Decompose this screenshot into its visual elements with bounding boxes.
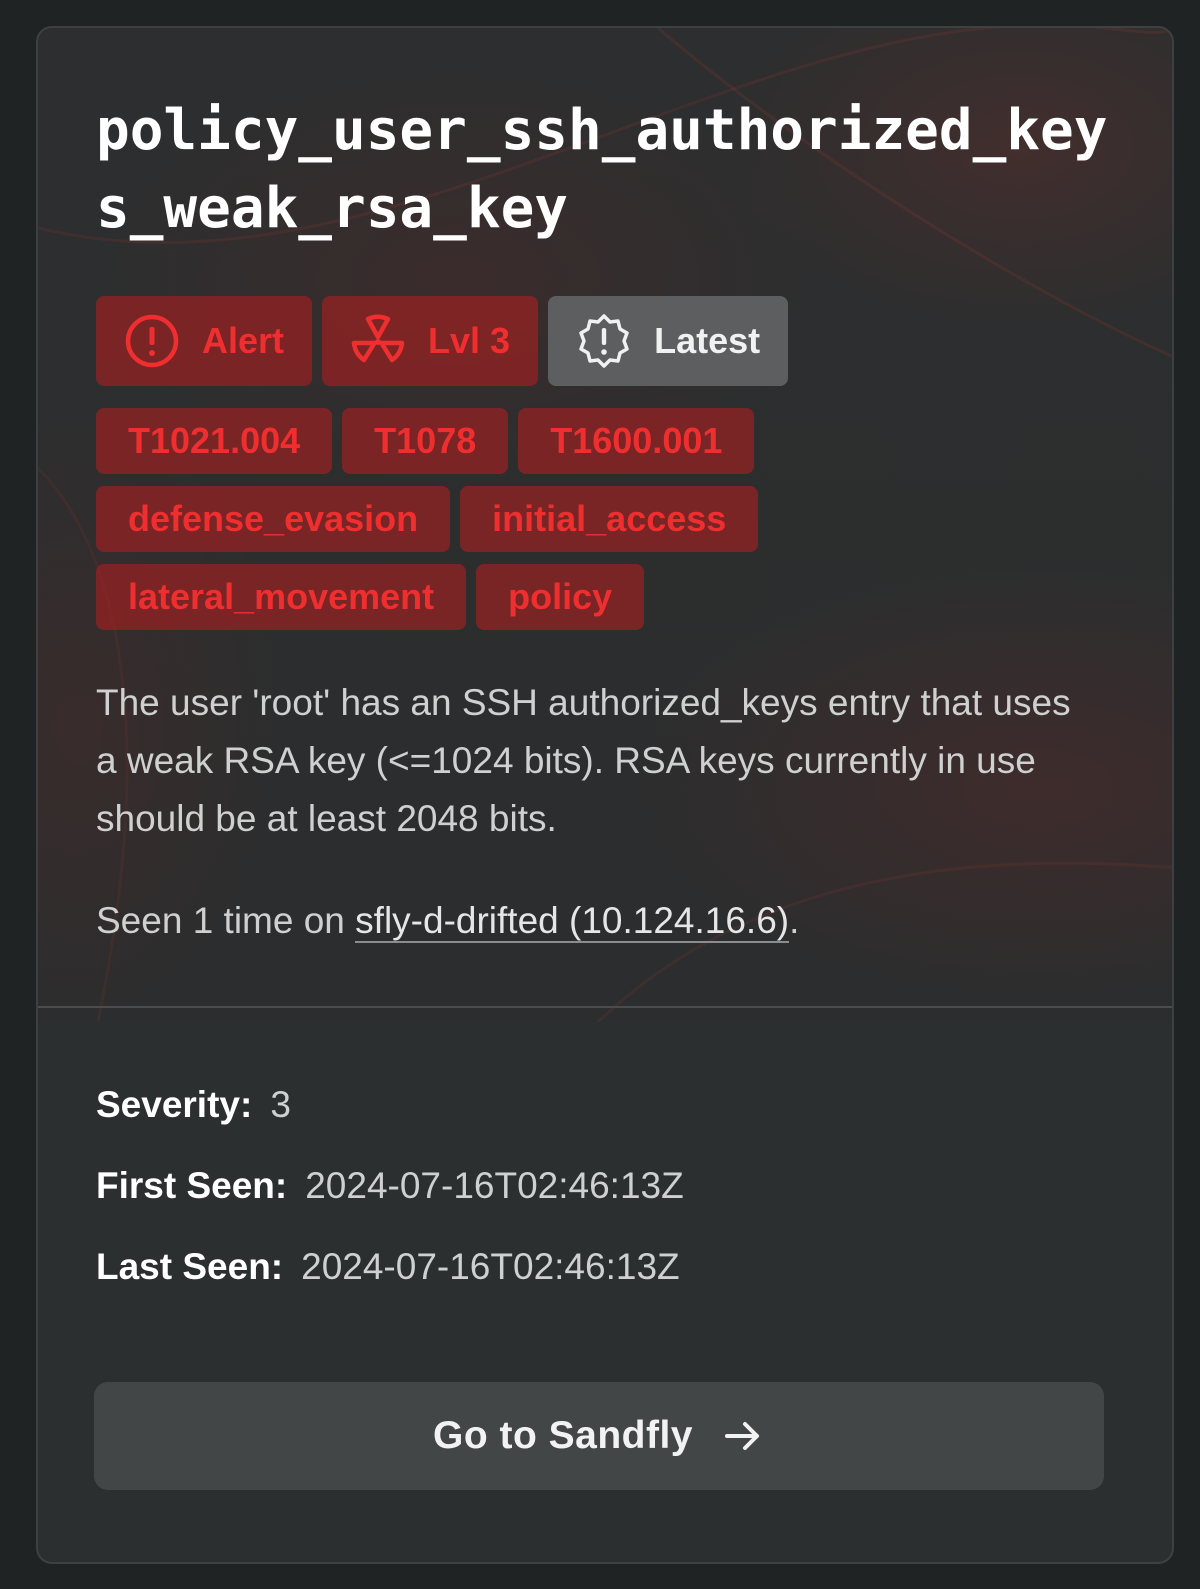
first-seen-label: First Seen:	[96, 1165, 288, 1206]
section-divider	[38, 1006, 1172, 1008]
tag-t1600-001[interactable]: T1600.001	[518, 408, 755, 474]
tag-row-tactics: defense_evasion initial_access	[96, 486, 759, 552]
tag-t1021-004[interactable]: T1021.004	[96, 408, 333, 474]
level-badge-label: Lvl 3	[428, 320, 511, 361]
tag-row-other: lateral_movement policy	[96, 564, 645, 630]
alert-badge-icon	[579, 314, 629, 368]
level-badge: Lvl 3	[322, 296, 539, 386]
seen-suffix: .	[789, 900, 800, 941]
tag-policy[interactable]: policy	[476, 564, 645, 630]
alert-circle-icon	[125, 314, 179, 368]
tag-row-techniques: T1021.004 T1078 T1600.001	[96, 408, 755, 474]
go-to-sandfly-label: Go to Sandfly	[433, 1414, 693, 1457]
seen-prefix: Seen 1 time on	[96, 900, 356, 941]
tag-lateral-movement[interactable]: lateral_movement	[96, 564, 467, 630]
status-badges: Alert Lvl 3 Latest	[96, 296, 789, 386]
tag-t1078[interactable]: T1078	[342, 408, 509, 474]
latest-badge-label: Latest	[654, 320, 761, 361]
tag-defense-evasion[interactable]: defense_evasion	[96, 486, 451, 552]
card-header-background: policy_user_ssh_authorized_keys_weak_rsa…	[38, 28, 1172, 1022]
tag-initial-access[interactable]: initial_access	[460, 486, 759, 552]
arrow-right-icon	[725, 1422, 759, 1450]
radiation-icon	[351, 314, 405, 363]
alert-badge-label: Alert	[202, 320, 285, 361]
severity-label: Severity:	[96, 1084, 253, 1125]
first-seen-row: First Seen: 2024-07-16T02:46:13Z	[96, 1161, 684, 1211]
alert-card: policy_user_ssh_authorized_keys_weak_rsa…	[36, 26, 1174, 1564]
severity-value: 3	[270, 1084, 291, 1125]
go-to-sandfly-button[interactable]: Go to Sandfly	[94, 1382, 1104, 1490]
last-seen-value: 2024-07-16T02:46:13Z	[301, 1246, 680, 1287]
alert-badge: Alert	[96, 296, 313, 386]
seen-summary: Seen 1 time on sfly-d-drifted (10.124.16…	[96, 892, 799, 950]
alert-title: policy_user_ssh_authorized_keys_weak_rsa…	[96, 98, 1108, 241]
severity-row: Severity: 3	[96, 1080, 291, 1130]
latest-badge: Latest	[548, 296, 789, 386]
last-seen-label: Last Seen:	[96, 1246, 284, 1287]
first-seen-value: 2024-07-16T02:46:13Z	[305, 1165, 684, 1206]
host-link[interactable]: sfly-d-drifted (10.124.16.6)	[355, 900, 790, 943]
last-seen-row: Last Seen: 2024-07-16T02:46:13Z	[96, 1242, 680, 1292]
alert-description: The user 'root' has an SSH authorized_ke…	[96, 682, 1071, 839]
